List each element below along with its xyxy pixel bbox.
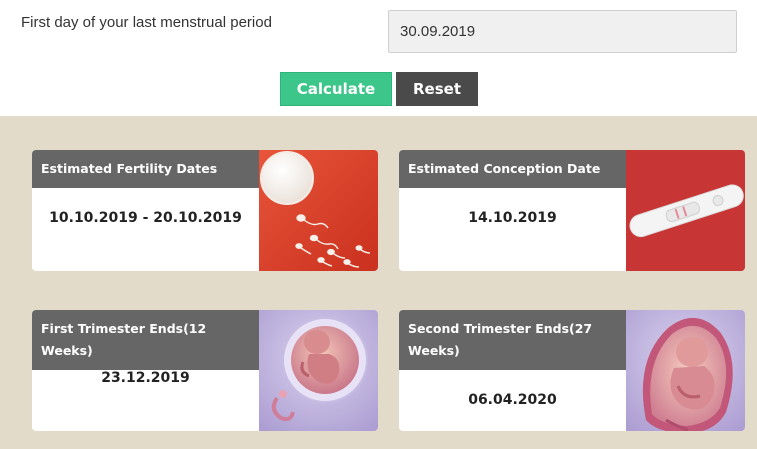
card-title: Second Trimester Ends(27 Weeks) [399,310,626,370]
pregnancy-test-image [626,150,745,271]
card-value: 23.12.2019 [101,370,190,386]
conception-date-card: Estimated Conception Date 14.10.2019 [399,150,745,271]
second-trimester-card: Second Trimester Ends(27 Weeks) 06.04.20… [399,310,745,431]
fertility-dates-card: Estimated Fertility Dates 10.10.2019 - 2… [32,150,378,271]
period-date-input[interactable] [388,10,737,53]
card-title: Estimated Fertility Dates [32,150,259,188]
period-date-label: First day of your last menstrual period [21,14,272,31]
card-value: 06.04.2020 [468,392,557,408]
calculator-form: First day of your last menstrual period … [0,0,757,116]
first-trimester-card: First Trimester Ends(12 Weeks) 23.12.201… [32,310,378,431]
card-value: 14.10.2019 [468,210,557,226]
fetus-27-weeks-image [626,310,745,431]
reset-button[interactable]: Reset [396,72,478,106]
card-title: Estimated Conception Date [399,150,626,188]
fetus-12-weeks-image [259,310,378,431]
results-panel: Estimated Fertility Dates 10.10.2019 - 2… [0,116,757,449]
card-title: First Trimester Ends(12 Weeks) [32,310,259,370]
card-value: 10.10.2019 - 20.10.2019 [49,210,242,226]
calculate-button[interactable]: Calculate [280,72,392,106]
sperm-egg-image [259,150,378,271]
